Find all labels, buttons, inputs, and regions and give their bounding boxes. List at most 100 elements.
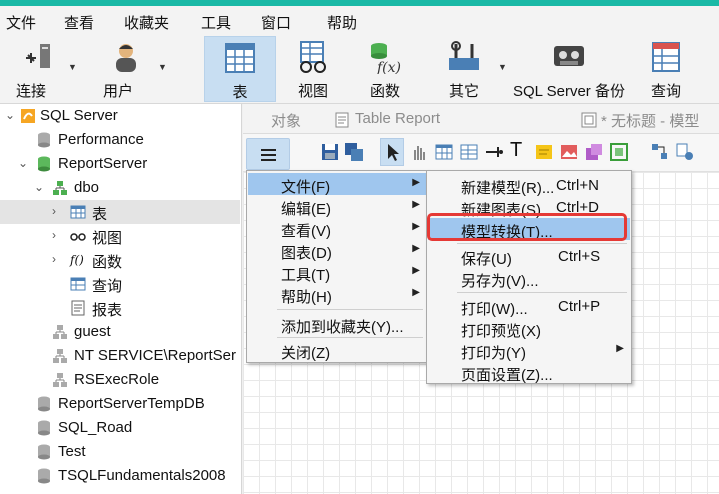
tree-node-guest[interactable]: guest <box>0 320 240 344</box>
query-button[interactable]: 查询 <box>634 36 698 102</box>
chevron-right-icon[interactable]: › <box>52 252 56 266</box>
menu-item-close[interactable]: 关闭(Z) <box>248 339 426 362</box>
chevron-down-icon[interactable]: ⌄ <box>18 156 28 170</box>
menu-view[interactable]: 查看 <box>64 12 94 33</box>
layer-icon[interactable] <box>609 142 629 162</box>
table-button[interactable]: 表 <box>204 36 276 102</box>
menu-bar: 文件 查看 收藏夹 工具 窗口 帮助 <box>0 6 719 36</box>
menu-item-tools[interactable]: 工具(T) ▶ <box>248 261 426 284</box>
save-as-icon[interactable] <box>344 142 364 162</box>
menu-item-edit[interactable]: 编辑(E) ▶ <box>248 195 426 218</box>
tree-label: SQL_Road <box>58 419 133 436</box>
table-icon[interactable] <box>434 142 454 162</box>
model-toolbar: T <box>243 134 719 172</box>
menu-item-file[interactable]: 文件(F) ▶ <box>248 173 426 196</box>
tree-node-reports[interactable]: 报表 <box>0 296 240 320</box>
schema-icon <box>53 325 67 339</box>
menu-item-label: 文件(F) <box>281 179 331 196</box>
menu-item-print-preview[interactable]: 打印预览(X) <box>428 317 630 340</box>
menu-item-label: 编辑(E) <box>281 201 331 218</box>
tab-bar: 对象 Table Report * 无标题 - 模型 <box>243 104 719 134</box>
menu-item-label: 新建模型(R)... <box>461 180 555 197</box>
tree-node-reportserver[interactable]: ⌄ ReportServer <box>0 152 240 176</box>
user-button[interactable]: ▼ 用户 <box>94 36 172 102</box>
menu-item-new-model[interactable]: 新建模型(R)... Ctrl+N <box>428 174 630 197</box>
tree-node-nt-service[interactable]: NT SERVICE\ReportSer <box>0 344 240 368</box>
menu-separator <box>457 243 627 244</box>
hand-icon[interactable] <box>409 142 429 162</box>
text-icon[interactable]: T <box>510 139 530 161</box>
tree-node-test[interactable]: Test <box>0 440 240 464</box>
tree-label: RSExecRole <box>74 371 160 388</box>
menu-favorites[interactable]: 收藏夹 <box>124 12 169 33</box>
glasses-icon <box>70 233 86 241</box>
other-label: 其它 <box>448 83 479 100</box>
note-icon[interactable] <box>534 142 554 162</box>
chevron-down-icon[interactable]: ⌄ <box>5 108 15 122</box>
menu-item-help[interactable]: 帮助(H) ▶ <box>248 283 426 306</box>
function-button[interactable]: f(x) 函数 <box>352 36 418 102</box>
pointer-icon[interactable] <box>383 142 403 162</box>
function-icon: f() <box>70 253 84 267</box>
tree-label: ReportServer <box>58 155 148 172</box>
tree-node-reportservertempdb[interactable]: ReportServerTempDB <box>0 392 240 416</box>
connect-label: 连接 <box>15 83 46 100</box>
submenu-arrow-icon: ▶ <box>412 177 420 188</box>
sql-server-backup-button[interactable]: SQL Server 备份 <box>510 36 628 102</box>
menu-tools[interactable]: 工具 <box>201 12 231 33</box>
tree-node-functions[interactable]: › f() 函数 <box>0 248 240 272</box>
chevron-down-icon[interactable]: ⌄ <box>34 180 44 194</box>
view-table-icon[interactable] <box>459 142 479 162</box>
tree-node-performance[interactable]: Performance <box>0 128 240 152</box>
schema-icon <box>53 373 67 387</box>
file-submenu: 新建模型(R)... Ctrl+N 新建图表(S) Ctrl+D 模型转换(T)… <box>426 170 632 384</box>
menu-help[interactable]: 帮助 <box>327 12 357 33</box>
image-icon[interactable] <box>559 142 579 162</box>
menu-item-diagram[interactable]: 图表(D) ▶ <box>248 239 426 262</box>
function-label: 函数 <box>369 83 400 100</box>
menu-item-label: 打印(W)... <box>461 301 528 318</box>
menu-item-page-setup[interactable]: 页面设置(Z)... <box>428 361 630 384</box>
tree-node-queries[interactable]: 查询 <box>0 272 240 296</box>
tree-label: ReportServerTempDB <box>58 395 205 412</box>
view-icon <box>300 41 326 73</box>
tree-label: NT SERVICE\ReportSer <box>74 347 237 364</box>
tree-label: Performance <box>58 131 144 148</box>
menu-item-add-favorites[interactable]: 添加到收藏夹(Y)... <box>248 313 426 336</box>
save-icon[interactable] <box>320 142 340 162</box>
tree-label: TSQLFundamentals2008 <box>58 467 226 484</box>
menu-item-print[interactable]: 打印(W)... Ctrl+P <box>428 295 630 318</box>
tab-table-report[interactable]: Table Report <box>355 110 440 127</box>
menu-window[interactable]: 窗口 <box>261 12 291 33</box>
tree-node-dbo[interactable]: ⌄ dbo <box>0 176 240 200</box>
tree-node-sql-road[interactable]: SQL_Road <box>0 416 240 440</box>
menu-file[interactable]: 文件 <box>6 12 36 33</box>
database-icon <box>38 420 50 436</box>
menu-item-print-as[interactable]: 打印为(Y) ▶ <box>428 339 630 362</box>
tab-objects[interactable]: 对象 <box>271 110 301 131</box>
shape-icon[interactable] <box>584 142 604 162</box>
tree-node-rsexecrole[interactable]: RSExecRole <box>0 368 240 392</box>
chevron-down-icon: ▼ <box>498 62 507 72</box>
menu-item-label: 打印预览(X) <box>461 323 541 340</box>
settings-icon[interactable] <box>675 142 695 162</box>
menu-item-save[interactable]: 保存(U) Ctrl+S <box>428 245 630 268</box>
main-dropdown-menu: 文件(F) ▶ 编辑(E) ▶ 查看(V) ▶ 图表(D) ▶ 工具(T) ▶ … <box>246 170 428 363</box>
chevron-right-icon[interactable]: › <box>52 228 56 242</box>
connect-button[interactable]: ▼ 连接 <box>6 36 84 102</box>
query-icon <box>70 277 86 291</box>
auto-layout-icon[interactable] <box>650 142 670 162</box>
menu-item-save-as[interactable]: 另存为(V)... <box>428 267 630 290</box>
table-icon <box>225 43 255 73</box>
tab-untitled-model[interactable]: * 无标题 - 模型 <box>601 110 699 131</box>
tree-node-tables[interactable]: › 表 <box>0 200 240 224</box>
view-button[interactable]: 视图 <box>280 36 346 102</box>
main-menu-button[interactable] <box>246 138 290 170</box>
chevron-right-icon[interactable]: › <box>52 204 56 218</box>
tree-node-sql-server[interactable]: ⌄ SQL Server <box>0 104 240 128</box>
tree-node-views[interactable]: › 视图 <box>0 224 240 248</box>
other-button[interactable]: ▼ 其它 <box>432 36 508 102</box>
relation-icon[interactable] <box>484 142 504 162</box>
menu-item-view[interactable]: 查看(V) ▶ <box>248 217 426 240</box>
tree-node-tsqlfundamentals[interactable]: TSQLFundamentals2008 <box>0 464 240 488</box>
